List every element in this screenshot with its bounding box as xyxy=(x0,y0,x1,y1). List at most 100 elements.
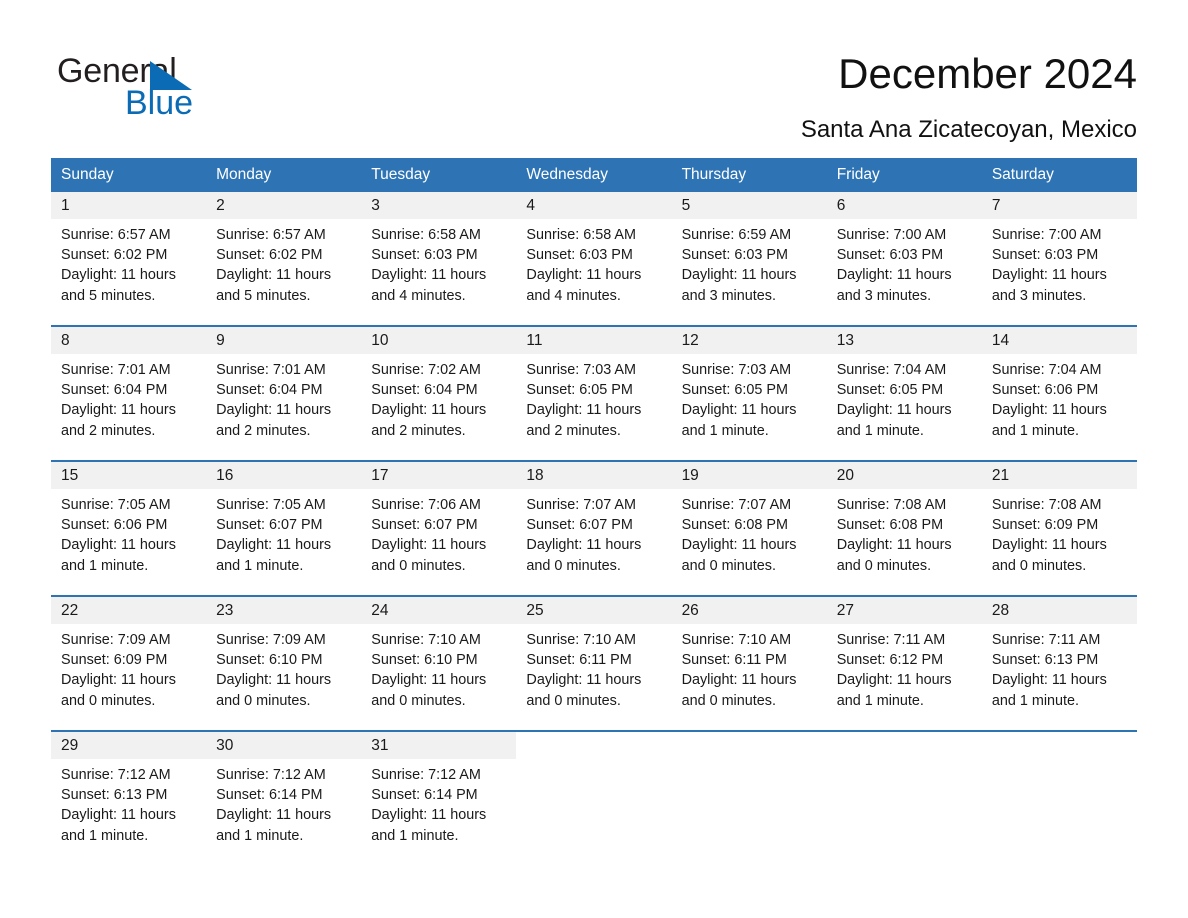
calendar-day-cell[interactable]: 27 Sunrise: 7:11 AM Sunset: 6:12 PM Dayligh… xyxy=(826,595,982,731)
sunrise-text: Sunrise: 7:06 AM xyxy=(371,497,481,513)
sunset-text: Sunset: 6:12 PM xyxy=(836,652,944,669)
daylight-text: Daylight: 11 hours and 0 minutes. xyxy=(526,672,642,709)
daylight-text: Daylight: 11 hours and 1 minute. xyxy=(216,807,332,844)
day-cell-inner: 13 Sunrise: 7:04 AM Sunset: 6:05 PM Dayligh… xyxy=(826,327,982,460)
calendar-week-row: 22 Sunrise: 7:09 AM Sunset: 6:09 PM Dayligh… xyxy=(51,595,1137,731)
sunset-text: Sunset: 6:03 PM xyxy=(836,247,944,264)
sunrise-text: Sunrise: 7:12 AM xyxy=(216,767,326,783)
sunset-text: Sunset: 6:03 PM xyxy=(371,247,478,264)
calendar-day-cell[interactable]: 29 Sunrise: 7:12 AM Sunset: 6:13 PM Dayligh… xyxy=(51,730,207,865)
daylight-text: Daylight: 11 hours and 0 minutes. xyxy=(681,672,797,709)
calendar-table: Sunday Monday Tuesday Wednesday Thursday Frid… xyxy=(51,158,1137,865)
logo-text-blue: Blue xyxy=(125,84,194,122)
sunrise-text: Sunrise: 7:04 AM xyxy=(991,362,1102,378)
calendar-day-cell[interactable]: 13 Sunrise: 7:04 AM Sunset: 6:05 PM Dayligh… xyxy=(826,325,982,461)
daylight-text: Daylight: 11 hours and 0 minutes. xyxy=(371,672,487,709)
calendar-day-cell[interactable]: 12 Sunrise: 7:03 AM Sunset: 6:05 PM Dayligh… xyxy=(671,325,827,461)
calendar-day-cell[interactable]: 4 Sunrise: 6:58 AM Sunset: 6:03 PM Daylight… xyxy=(516,192,672,326)
calendar-day-cell[interactable]: 21 Sunrise: 7:08 AM Sunset: 6:09 PM Dayligh… xyxy=(981,460,1137,596)
day-cell-inner: 1 Sunrise: 6:57 AM Sunset: 6:02 PM Daylight… xyxy=(51,192,207,325)
day-cell-inner: 28 Sunrise: 7:11 AM Sunset: 6:13 PM Dayligh… xyxy=(981,597,1137,730)
calendar-day-cell[interactable]: 30 Sunrise: 7:12 AM Sunset: 6:14 PM Dayligh… xyxy=(206,730,362,865)
daylight-text: Daylight: 11 hours and 1 minute. xyxy=(61,807,176,844)
daylight-text: Daylight: 11 hours and 0 minutes. xyxy=(836,537,952,574)
daylight-text: Daylight: 11 hours and 3 minutes. xyxy=(681,267,797,304)
day-cell-inner: 2 Sunrise: 6:57 AM Sunset: 6:02 PM Daylight… xyxy=(206,192,362,325)
calendar-day-cell[interactable]: 14 Sunrise: 7:04 AM Sunset: 6:06 PM Dayligh… xyxy=(981,325,1137,461)
calendar-day-cell[interactable]: 16 Sunrise: 7:05 AM Sunset: 6:07 PM Dayligh… xyxy=(206,460,362,596)
title-block: December 2024 Santa Ana Zicatecoyan, Mex… xyxy=(801,48,1137,146)
sunset-text: Sunset: 6:07 PM xyxy=(371,517,478,534)
sunset-text: Sunset: 6:13 PM xyxy=(61,787,168,804)
day-sun-info: Sunrise: 7:04 AM Sunset: 6:06 PM Daylight:… xyxy=(982,354,1137,441)
calendar-day-cell[interactable]: 24 Sunrise: 7:10 AM Sunset: 6:10 PM Dayligh… xyxy=(361,595,517,731)
calendar-day-cell[interactable]: 5 Sunrise: 6:59 AM Sunset: 6:03 PM Daylight… xyxy=(671,192,827,326)
general-blue-logo[interactable]: General Blue xyxy=(57,52,317,130)
daylight-text: Daylight: 11 hours and 1 minute. xyxy=(836,672,952,709)
calendar-day-cell[interactable]: 10 Sunrise: 7:02 AM Sunset: 6:04 PM Dayligh… xyxy=(361,325,517,461)
day-sun-info: Sunrise: 7:05 AM Sunset: 6:06 PM Daylight:… xyxy=(51,489,206,576)
calendar-day-cell[interactable]: 22 Sunrise: 7:09 AM Sunset: 6:09 PM Dayligh… xyxy=(51,595,207,731)
calendar-day-cell[interactable]: 3 Sunrise: 6:58 AM Sunset: 6:03 PM Daylight… xyxy=(361,192,517,326)
calendar-day-cell[interactable]: 6 Sunrise: 7:00 AM Sunset: 6:03 PM Daylight… xyxy=(826,192,982,326)
calendar-day-cell[interactable]: 15 Sunrise: 7:05 AM Sunset: 6:06 PM Dayligh… xyxy=(51,460,207,596)
calendar-cell-empty xyxy=(981,730,1137,865)
day-sun-info: Sunrise: 6:57 AM Sunset: 6:02 PM Daylight:… xyxy=(51,219,206,306)
daylight-text: Daylight: 11 hours and 1 minute. xyxy=(991,672,1107,709)
calendar-day-cell[interactable]: 1 Sunrise: 6:57 AM Sunset: 6:02 PM Daylight… xyxy=(51,192,207,326)
calendar-week-row: 29 Sunrise: 7:12 AM Sunset: 6:13 PM Dayligh… xyxy=(51,730,1137,865)
calendar-day-cell[interactable]: 7 Sunrise: 7:00 AM Sunset: 6:03 PM Daylight… xyxy=(981,192,1137,326)
day-sun-info: Sunrise: 7:02 AM Sunset: 6:04 PM Daylight:… xyxy=(361,354,516,441)
sunrise-text: Sunrise: 7:03 AM xyxy=(526,362,637,378)
day-number: 27 xyxy=(826,597,982,624)
day-sun-info: Sunrise: 7:09 AM Sunset: 6:09 PM Daylight:… xyxy=(51,624,206,711)
weekday-header-saturday: Saturday xyxy=(981,158,1137,192)
day-number: 22 xyxy=(51,597,207,624)
day-sun-info: Sunrise: 7:05 AM Sunset: 6:07 PM Daylight:… xyxy=(206,489,361,576)
day-number: 23 xyxy=(206,597,362,624)
calendar-day-cell[interactable]: 20 Sunrise: 7:08 AM Sunset: 6:08 PM Dayligh… xyxy=(826,460,982,596)
daylight-text: Daylight: 11 hours and 2 minutes. xyxy=(371,402,487,439)
day-sun-info: Sunrise: 7:07 AM Sunset: 6:07 PM Daylight:… xyxy=(516,489,671,576)
sunset-text: Sunset: 6:11 PM xyxy=(681,652,787,669)
sunrise-text: Sunrise: 7:02 AM xyxy=(371,362,481,378)
day-sun-info: Sunrise: 6:58 AM Sunset: 6:03 PM Daylight:… xyxy=(516,219,671,306)
sunrise-text: Sunrise: 6:59 AM xyxy=(681,227,792,243)
day-sun-info: Sunrise: 7:00 AM Sunset: 6:03 PM Daylight:… xyxy=(982,219,1137,306)
calendar-day-cell[interactable]: 26 Sunrise: 7:10 AM Sunset: 6:11 PM Dayligh… xyxy=(671,595,827,731)
calendar-cell-empty xyxy=(671,730,827,865)
calendar-day-cell[interactable]: 9 Sunrise: 7:01 AM Sunset: 6:04 PM Daylight… xyxy=(206,325,362,461)
day-number: 18 xyxy=(516,462,672,489)
calendar-day-cell[interactable]: 31 Sunrise: 7:12 AM Sunset: 6:14 PM Dayligh… xyxy=(361,730,517,865)
sunrise-text: Sunrise: 7:08 AM xyxy=(836,497,947,513)
calendar-day-cell[interactable]: 2 Sunrise: 6:57 AM Sunset: 6:02 PM Daylight… xyxy=(206,192,362,326)
day-number: 13 xyxy=(826,327,982,354)
sunset-text: Sunset: 6:08 PM xyxy=(836,517,944,534)
daylight-text: Daylight: 11 hours and 2 minutes. xyxy=(526,402,642,439)
sunrise-text: Sunrise: 7:04 AM xyxy=(836,362,947,378)
sunrise-text: Sunrise: 7:01 AM xyxy=(61,362,171,378)
day-sun-info: Sunrise: 6:59 AM Sunset: 6:03 PM Daylight:… xyxy=(672,219,827,306)
calendar-day-cell[interactable]: 8 Sunrise: 7:01 AM Sunset: 6:04 PM Daylight… xyxy=(51,325,207,461)
sunrise-text: Sunrise: 7:10 AM xyxy=(371,632,481,648)
day-sun-info: Sunrise: 7:10 AM Sunset: 6:11 PM Daylight:… xyxy=(672,624,827,711)
calendar-day-cell[interactable]: 28 Sunrise: 7:11 AM Sunset: 6:13 PM Dayligh… xyxy=(981,595,1137,731)
sunrise-text: Sunrise: 7:07 AM xyxy=(681,497,792,513)
calendar-day-cell[interactable]: 17 Sunrise: 7:06 AM Sunset: 6:07 PM Dayligh… xyxy=(361,460,517,596)
day-number: 4 xyxy=(516,192,672,219)
page-title: December 2024 xyxy=(838,50,1137,97)
day-sun-info: Sunrise: 7:12 AM Sunset: 6:14 PM Daylight:… xyxy=(206,759,361,846)
calendar-day-cell[interactable]: 11 Sunrise: 7:03 AM Sunset: 6:05 PM Dayligh… xyxy=(516,325,672,461)
calendar-day-cell[interactable]: 23 Sunrise: 7:09 AM Sunset: 6:10 PM Dayligh… xyxy=(206,595,362,731)
sunset-text: Sunset: 6:14 PM xyxy=(216,787,323,804)
sunset-text: Sunset: 6:06 PM xyxy=(991,382,1099,399)
day-cell-inner: 20 Sunrise: 7:08 AM Sunset: 6:08 PM Dayligh… xyxy=(826,462,982,595)
calendar-body: 1 Sunrise: 6:57 AM Sunset: 6:02 PM Daylight… xyxy=(51,192,1137,865)
calendar-day-cell[interactable]: 18 Sunrise: 7:07 AM Sunset: 6:07 PM Dayligh… xyxy=(516,460,672,596)
sunrise-text: Sunrise: 7:09 AM xyxy=(216,632,326,648)
day-cell-inner: 7 Sunrise: 7:00 AM Sunset: 6:03 PM Daylight… xyxy=(981,192,1137,325)
calendar-cell-empty xyxy=(516,730,672,865)
calendar-day-cell[interactable]: 25 Sunrise: 7:10 AM Sunset: 6:11 PM Dayligh… xyxy=(516,595,672,731)
calendar-day-cell[interactable]: 19 Sunrise: 7:07 AM Sunset: 6:08 PM Dayligh… xyxy=(671,460,827,596)
sunrise-text: Sunrise: 7:08 AM xyxy=(991,497,1102,513)
